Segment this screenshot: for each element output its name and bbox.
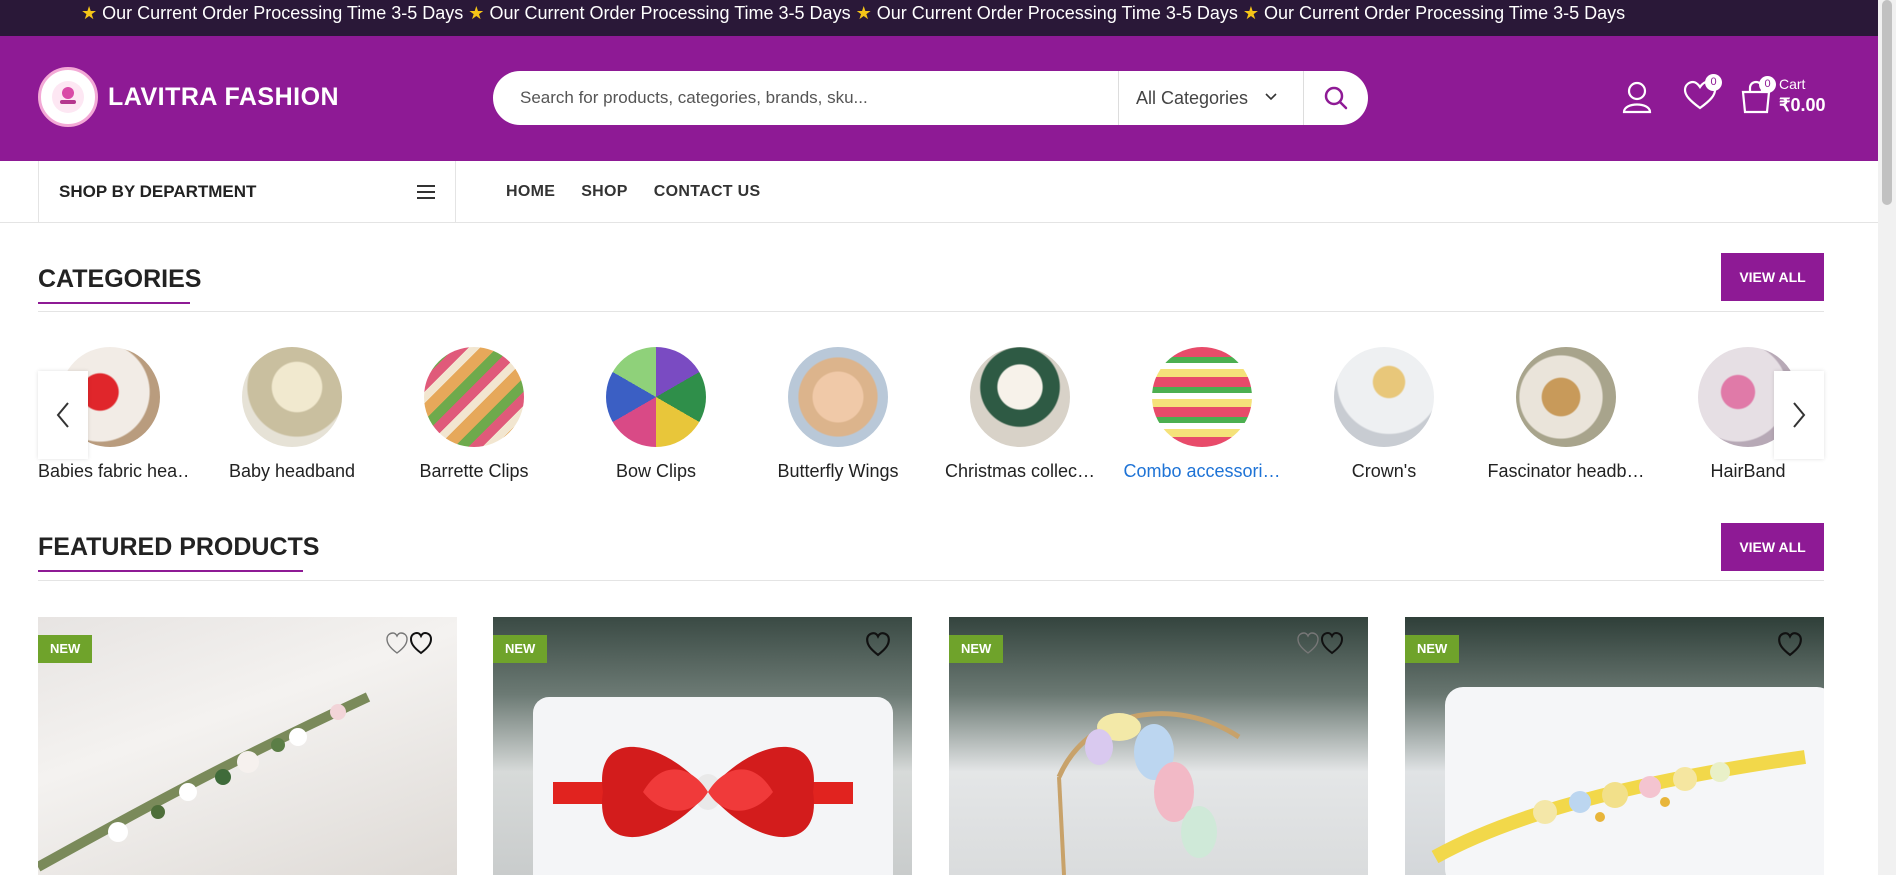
carousel-prev-button[interactable] [38,371,88,459]
category-label: Barrette Clips [419,461,529,481]
nav-link-shop[interactable]: SHOP [581,183,628,201]
category-label: Crown's [1351,461,1417,481]
new-badge: NEW [949,635,1004,663]
category-label: Bow Clips [615,461,697,481]
page-scrollbar[interactable] [1878,0,1896,875]
category-image [970,347,1070,447]
category-image [1516,347,1616,447]
hamburger-menu-icon [417,185,435,199]
search-bar: All Categories [493,71,1368,125]
brand-name: LAVITRA FASHION [108,82,340,111]
wishlist-heart-icon[interactable] [865,631,891,657]
title-underline [38,570,303,572]
wishlist-heart-icon[interactable] [385,631,433,657]
featured-view-all-button[interactable]: VIEW ALL [1721,523,1824,571]
category-label: Combo accessori… [1123,461,1281,481]
categories-view-all-button[interactable]: VIEW ALL [1721,253,1824,301]
wishlist-heart-icon[interactable] [1777,631,1803,657]
category-image [242,347,342,447]
nav-link-home[interactable]: HOME [506,183,555,201]
title-underline [38,302,190,304]
wishlist-heart-icon[interactable] [1296,631,1344,657]
announcement-bar: ★ Our Current Order Processing Time 3-5 … [0,0,1878,36]
chevron-down-icon [1265,93,1277,101]
cart-count-badge: 0 [1759,76,1776,93]
chevron-right-icon [1793,402,1806,428]
new-badge: NEW [38,635,93,663]
categories-header: CATEGORIES VIEW ALL [38,253,1824,312]
cart-label: Cart [1779,76,1806,92]
nav-link-contact[interactable]: CONTACT US [654,183,761,201]
star-icon: ★ [1242,3,1260,23]
nav-links: HOME SHOP CONTACT US [506,161,786,223]
announcement-text: Our Current Order Processing Time 3-5 Da… [489,3,851,23]
announcement-text: Our Current Order Processing Time 3-5 Da… [102,3,464,23]
star-icon: ★ [855,3,872,23]
category-item[interactable]: Fascinator headb… [1486,347,1646,482]
category-image [1152,347,1252,447]
category-label: Baby headband [228,461,356,481]
user-icon [1622,81,1652,114]
product-card[interactable]: NEW [493,617,912,875]
category-item[interactable]: Barrette Clips [394,347,554,482]
section-title: FEATURED PRODUCTS [38,533,320,572]
chevron-left-icon [56,402,69,428]
announcement-text: Our Current Order Processing Time 3-5 Da… [876,3,1238,23]
search-icon [1324,86,1347,110]
category-select-value: All Categories [1136,87,1249,108]
site-header: LAVITRA FASHION All Categories 0 0 Cart … [0,36,1878,161]
cart-total: ₹0.00 [1779,95,1826,115]
main-nav: SHOP BY DEPARTMENT HOME SHOP CONTACT US [0,161,1878,223]
product-card[interactable]: NEW [949,617,1368,875]
featured-title: FEATURED PRODUCTS [38,533,320,561]
scrollbar-thumb[interactable] [1882,0,1892,205]
category-image [606,347,706,447]
account-button[interactable] [1621,80,1653,114]
star-icon: ★ [468,3,485,23]
category-image [788,347,888,447]
category-label: Fascinator headb… [1487,461,1645,481]
logo[interactable]: LAVITRA FASHION [38,67,339,127]
wishlist-button[interactable]: 0 [1683,74,1723,116]
category-item[interactable]: Combo accessori… [1122,347,1282,482]
category-item[interactable]: Baby headband [212,347,372,482]
search-input[interactable] [520,88,1130,108]
category-select[interactable]: All Categories [1118,71,1298,125]
department-label: SHOP BY DEPARTMENT [59,182,257,201]
new-badge: NEW [493,635,548,663]
category-label: Butterfly Wings [777,461,899,481]
product-card[interactable]: NEW [1405,617,1824,875]
featured-header: FEATURED PRODUCTS VIEW ALL [38,523,1824,581]
announcement-text: Our Current Order Processing Time 3-5 Da… [1264,3,1626,23]
category-label: Babies fabric hea… [38,461,190,481]
product-image [1431,687,1824,875]
category-image [424,347,524,447]
product-card[interactable]: NEW [38,617,457,875]
category-label: Christmas collec… [944,461,1096,481]
wishlist-count-badge: 0 [1705,74,1722,91]
new-badge: NEW [1405,635,1460,663]
logo-badge-icon [38,67,98,127]
carousel-next-button[interactable] [1774,371,1824,459]
product-image [533,697,893,875]
category-image [1334,347,1434,447]
category-label: HairBand [1710,461,1786,481]
star-icon: ★ [81,3,98,23]
category-item[interactable]: Christmas collec… [940,347,1100,482]
shop-by-department-button[interactable]: SHOP BY DEPARTMENT [38,161,456,223]
category-item[interactable]: Butterfly Wings [758,347,918,482]
category-item[interactable]: Bow Clips [576,347,736,482]
search-button[interactable] [1303,71,1368,125]
section-title: CATEGORIES [38,265,202,304]
cart-button[interactable]: 0 Cart ₹0.00 [1739,76,1859,120]
categories-title: CATEGORIES [38,265,202,293]
category-item[interactable]: Crown's [1304,347,1464,482]
